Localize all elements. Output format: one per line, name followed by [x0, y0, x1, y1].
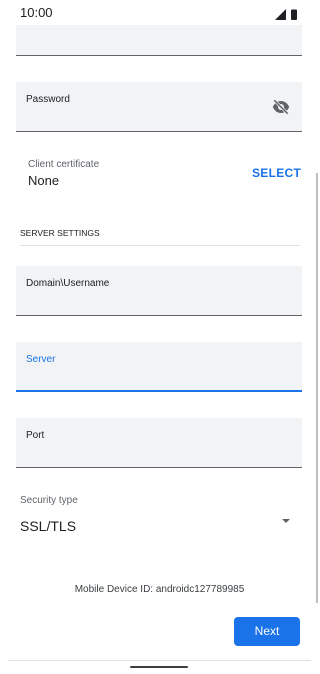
scrollbar[interactable]	[316, 173, 318, 603]
home-gesture-handle[interactable]	[130, 666, 188, 668]
section-divider	[20, 245, 300, 246]
password-field[interactable]: Password	[16, 82, 302, 132]
port-label: Port	[26, 430, 45, 441]
battery-icon	[291, 9, 297, 20]
visibility-off-icon[interactable]	[272, 98, 290, 116]
status-time: 10:00	[20, 5, 53, 20]
status-bar: 10:00	[0, 0, 319, 25]
domain-username-label: Domain\Username	[26, 278, 110, 289]
screen: 10:00 Password Client certificate None S…	[0, 0, 319, 674]
signal-icon	[275, 9, 286, 20]
server-label: Server	[26, 354, 56, 365]
client-certificate-value: None	[28, 173, 60, 188]
client-certificate-label: Client certificate	[28, 159, 100, 170]
server-settings-header: SERVER SETTINGS	[20, 228, 100, 238]
security-type-select[interactable]: SSL/TLS	[20, 518, 76, 534]
domain-username-field[interactable]: Domain\Username	[16, 266, 302, 316]
password-label: Password	[26, 94, 70, 105]
next-button[interactable]: Next	[234, 617, 300, 646]
select-certificate-button[interactable]: SELECT	[252, 166, 301, 180]
port-field[interactable]: Port	[16, 418, 302, 468]
dropdown-arrow-icon[interactable]	[282, 519, 290, 523]
device-id: Mobile Device ID: androidc127789985	[74, 584, 245, 595]
status-icons	[275, 7, 299, 20]
server-field[interactable]: Server	[16, 342, 302, 392]
security-type-label: Security type	[20, 495, 78, 506]
nav-divider	[8, 660, 311, 661]
